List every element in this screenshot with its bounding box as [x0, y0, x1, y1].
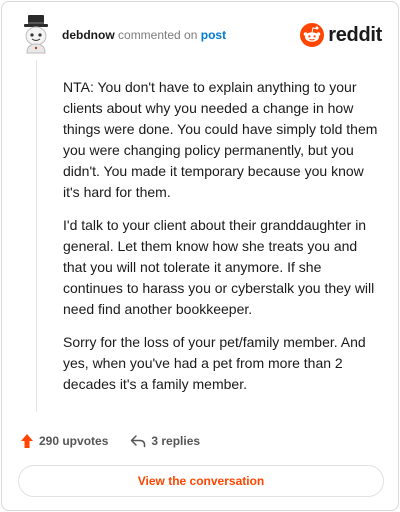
username-link[interactable]: debdnow: [62, 28, 115, 42]
comment-paragraph: I'd talk to your client about their gran…: [63, 217, 375, 317]
reply-count: 3 replies: [151, 434, 201, 448]
comment-paragraph: NTA: You don't have to explain anything …: [63, 79, 378, 200]
upvote-count: 290 upvotes: [39, 434, 109, 448]
comment-meta: debdnow commented on post: [62, 27, 226, 43]
comment-card: debdnow commented on post reddit NTA: Yo…: [1, 1, 399, 511]
reddit-brand[interactable]: reddit: [300, 20, 382, 50]
reply-icon: [131, 435, 146, 448]
upvote-arrow-icon: [21, 434, 33, 448]
reddit-logo-icon: [300, 23, 325, 47]
action-text: commented on: [118, 28, 198, 42]
thread-line[interactable]: [36, 60, 37, 412]
comment-actions: 290 upvotes 3 replies: [20, 430, 200, 452]
brand-wordmark: reddit: [328, 23, 382, 46]
view-conversation-button[interactable]: View the conversation: [18, 465, 384, 497]
post-link[interactable]: post: [201, 28, 226, 42]
avatar-icon: [24, 15, 48, 54]
avatar[interactable]: [18, 14, 54, 54]
replies-button[interactable]: 3 replies: [130, 434, 200, 448]
comment-body: NTA: You don't have to explain anything …: [63, 77, 381, 407]
comment-paragraph: Sorry for the loss of your pet/family me…: [63, 334, 366, 392]
upvote-button[interactable]: 290 upvotes: [20, 433, 108, 449]
comment-header: debdnow commented on post reddit: [18, 14, 382, 56]
